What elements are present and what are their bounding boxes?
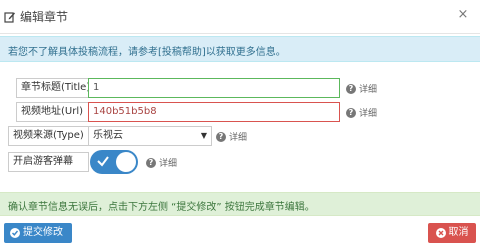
- title-input[interactable]: 1: [88, 78, 340, 98]
- cancel-button[interactable]: 取消: [428, 223, 476, 243]
- title-label: 章节标题(Title): [16, 78, 90, 98]
- dialog-title: 编辑章节: [4, 8, 68, 25]
- url-help[interactable]: ? 详细: [346, 106, 377, 119]
- question-circle-icon: ?: [216, 131, 226, 142]
- url-input-value: 140b51b5b8: [93, 106, 157, 117]
- form-row-source: 视频来源(Type) 乐视云 ▼ ? 详细: [0, 126, 480, 146]
- check-icon: [97, 156, 109, 167]
- title-input-value: 1: [93, 82, 100, 93]
- title-help[interactable]: ? 详细: [346, 82, 377, 95]
- submit-button-label: 提交修改: [23, 227, 63, 238]
- source-select-value: 乐视云: [93, 130, 123, 141]
- source-help[interactable]: ? 详细: [216, 130, 247, 143]
- submit-button[interactable]: 提交修改: [4, 223, 72, 243]
- success-alert: 确认章节信息无误后，点击下方左侧 “提交修改” 按钮完成章节编辑。: [0, 192, 480, 216]
- url-input[interactable]: 140b51b5b8: [88, 102, 340, 122]
- close-circle-icon: [435, 228, 446, 238]
- check-circle-icon: [10, 228, 20, 238]
- danmaku-label: 开启游客弹幕: [8, 152, 89, 172]
- help-text: 详细: [359, 85, 378, 95]
- source-label: 视频来源(Type): [8, 126, 89, 146]
- help-text: 详细: [229, 133, 248, 143]
- question-circle-icon: ?: [146, 157, 156, 168]
- url-label: 视频地址(Url): [16, 102, 89, 122]
- caret-down-icon: ▼: [200, 131, 207, 140]
- edit-icon: [4, 11, 15, 23]
- help-text: 详细: [359, 109, 378, 119]
- help-link[interactable]: [投稿帮助]: [158, 47, 206, 58]
- cancel-button-label: 取消: [448, 227, 469, 238]
- toggle-knob: [116, 152, 136, 172]
- form-row-title: 章节标题(Title) 1 ? 详细: [0, 78, 480, 98]
- danmaku-toggle[interactable]: [90, 150, 138, 174]
- question-circle-icon: ?: [346, 107, 356, 118]
- info-alert-text-before: 若您不了解具体投稿流程，请参考: [8, 47, 158, 58]
- dialog-title-text: 编辑章节: [20, 10, 69, 24]
- success-alert-text: 确认章节信息无误后，点击下方左侧 “提交修改” 按钮完成章节编辑。: [8, 202, 315, 213]
- question-circle-icon: ?: [346, 83, 356, 94]
- dialog-header: 编辑章节 ×: [0, 0, 480, 34]
- info-alert-text-after: 以获取更多信息。: [205, 47, 286, 58]
- form-row-url: 视频地址(Url) 140b51b5b8 ? 详细: [0, 102, 480, 122]
- form-row-danmaku: 开启游客弹幕 ? 详细: [0, 150, 480, 174]
- close-icon[interactable]: ×: [456, 8, 470, 22]
- danmaku-help[interactable]: ? 详细: [146, 156, 177, 169]
- edit-chapter-dialog: 编辑章节 × 若您不了解具体投稿流程，请参考[投稿帮助]以获取更多信息。 章节标…: [0, 0, 480, 248]
- help-text: 详细: [159, 159, 178, 169]
- source-select[interactable]: 乐视云 ▼: [88, 126, 212, 146]
- info-alert: 若您不了解具体投稿流程，请参考[投稿帮助]以获取更多信息。: [0, 36, 480, 62]
